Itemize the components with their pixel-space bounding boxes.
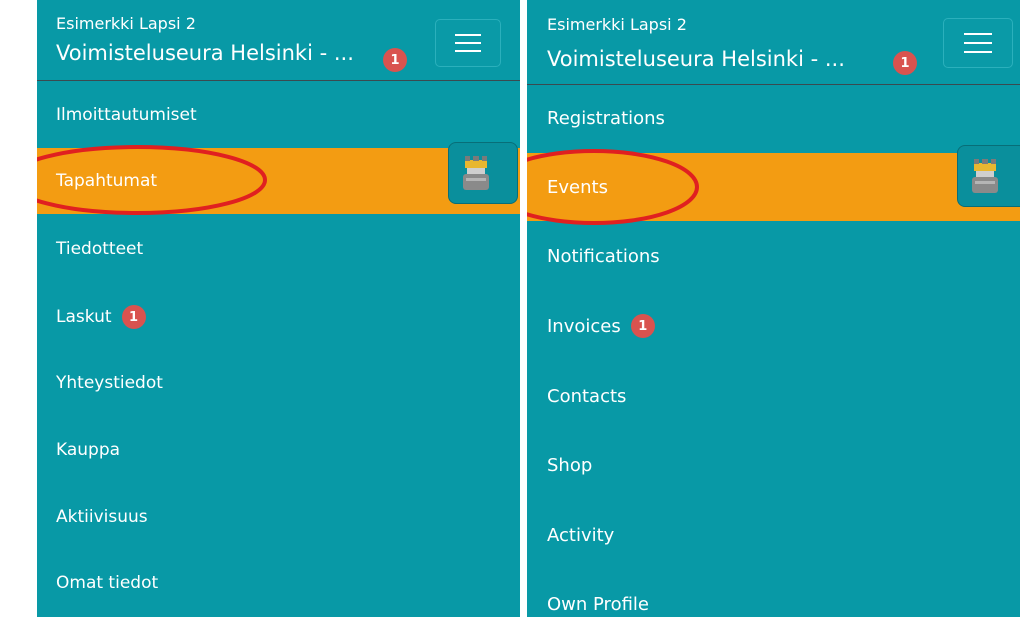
header: Esimerkki Lapsi 2 Voimisteluseura Helsin… — [37, 0, 520, 81]
menu-item-label: Registrations — [547, 107, 665, 129]
menu-item-label: Notifications — [547, 245, 660, 267]
menu-item-label: Own Profile — [547, 593, 649, 615]
club-name[interactable]: Voimisteluseura Helsinki - ... — [56, 41, 354, 65]
myclub-app-icon — [463, 156, 489, 190]
header: Esimerkki Lapsi 2 Voimisteluseura Helsin… — [527, 0, 1020, 85]
left-screen-finnish: Esimerkki Lapsi 2 Voimisteluseura Helsin… — [37, 0, 520, 617]
menu-item-own-profile[interactable]: Own Profile — [527, 571, 1020, 617]
hamburger-menu-icon — [455, 34, 481, 52]
menu-item-label: Contacts — [547, 385, 627, 407]
menu-item-tiedotteet[interactable]: Tiedotteet — [37, 216, 520, 282]
menu-item-kauppa[interactable]: Kauppa — [37, 417, 520, 483]
menu-item-label: Activity — [547, 524, 615, 546]
menu-item-aktiivisuus[interactable]: Aktiivisuus — [37, 484, 520, 550]
highlight-ring — [37, 145, 267, 215]
menu-item-label: Invoices — [547, 315, 621, 337]
menu-item-invoices[interactable]: Invoices 1 — [527, 293, 1020, 359]
menu-item-omat-tiedot[interactable]: Omat tiedot — [37, 550, 520, 616]
highlight-ring — [527, 149, 699, 225]
app-switch-tab[interactable] — [957, 145, 1020, 207]
invoice-count-badge: 1 — [121, 305, 146, 329]
menu-item-label: Shop — [547, 454, 593, 476]
menu-item-laskut[interactable]: Laskut 1 — [37, 284, 520, 350]
invoice-count-badge: 1 — [630, 314, 655, 338]
header-notification-badge: 1 — [893, 51, 917, 75]
menu-item-label: Tiedotteet — [56, 239, 144, 259]
app-switch-tab[interactable] — [448, 142, 518, 204]
menu-item-notifications[interactable]: Notifications — [527, 223, 1020, 289]
menu-item-label: Laskut — [56, 307, 112, 327]
child-name: Esimerkki Lapsi 2 — [56, 14, 196, 33]
header-notification-badge: 1 — [383, 48, 407, 72]
menu-item-ilmoittautumiset[interactable]: Ilmoittautumiset — [37, 82, 520, 148]
menu-item-registrations[interactable]: Registrations — [527, 85, 1020, 151]
menu-item-label: Kauppa — [56, 440, 121, 460]
menu-item-label: Omat tiedot — [56, 573, 159, 593]
right-screen-english: Esimerkki Lapsi 2 Voimisteluseura Helsin… — [527, 0, 1020, 617]
menu-item-contacts[interactable]: Contacts — [527, 363, 1020, 429]
menu-toggle-button[interactable] — [943, 18, 1013, 68]
menu-item-label: Ilmoittautumiset — [56, 105, 197, 125]
child-name: Esimerkki Lapsi 2 — [547, 15, 687, 34]
menu-item-yhteystiedot[interactable]: Yhteystiedot — [37, 350, 520, 416]
myclub-app-icon — [972, 159, 998, 193]
hamburger-menu-icon — [964, 33, 992, 53]
menu-item-activity[interactable]: Activity — [527, 502, 1020, 568]
club-name[interactable]: Voimisteluseura Helsinki - ... — [547, 47, 845, 71]
menu-item-label: Aktiivisuus — [56, 507, 148, 527]
menu-item-label: Yhteystiedot — [56, 373, 163, 393]
menu-item-shop[interactable]: Shop — [527, 432, 1020, 498]
menu-toggle-button[interactable] — [435, 19, 501, 67]
